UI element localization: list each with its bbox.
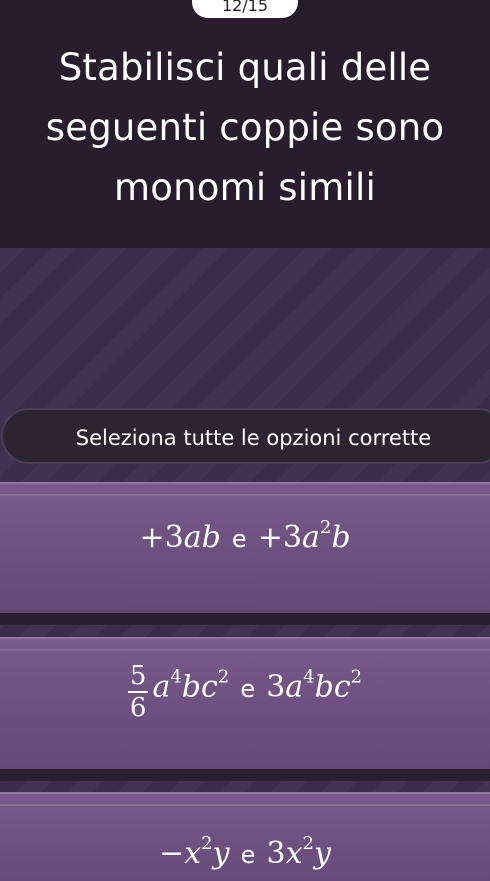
exponent: 2 xyxy=(319,517,332,538)
question-header: 12/15 Stabilisci quali delle seguenti co… xyxy=(0,0,490,248)
question-counter: 12/15 xyxy=(192,0,298,18)
exponent: 2 xyxy=(201,833,213,854)
option-highlight xyxy=(0,637,490,639)
variable: b xyxy=(331,520,351,555)
option-highlight xyxy=(0,792,490,794)
variable: y xyxy=(212,836,230,871)
variable: bc xyxy=(181,669,218,705)
variable: x xyxy=(285,836,303,871)
instruction-pill: Seleziona tutte le opzioni corrette xyxy=(1,408,490,464)
variable: ab xyxy=(183,520,221,555)
variable: y xyxy=(313,836,331,871)
fraction-denominator: 6 xyxy=(129,693,147,723)
question-line-1: Stabilisci quali delle xyxy=(58,46,432,89)
answer-option-3[interactable]: −x2y e 3x2y xyxy=(0,792,490,881)
answer-option-1[interactable]: +3ab e +3a2b xyxy=(0,482,490,625)
exponent: 2 xyxy=(350,666,363,688)
option-highlight xyxy=(0,482,490,484)
exponent: 2 xyxy=(217,666,230,688)
variable: a xyxy=(152,669,171,705)
option-1-expression: +3ab e +3a2b xyxy=(0,517,490,556)
answer-option-2[interactable]: 5 6 a4bc2 e 3a4bc2 xyxy=(0,637,490,781)
fraction: 56 xyxy=(127,661,149,723)
coefficient: 3 xyxy=(164,520,184,555)
option-highlight xyxy=(0,804,490,806)
variable: x xyxy=(184,836,202,871)
option-highlight xyxy=(0,494,490,496)
variable: a xyxy=(301,520,320,555)
question-text: Stabilisci quali delle seguenti coppie s… xyxy=(0,38,490,218)
conjunction: e xyxy=(240,841,256,869)
option-3-expression: −x2y e 3x2y xyxy=(0,833,490,872)
variable: a xyxy=(285,669,304,705)
option-2-expression: 5 6 a4bc2 e 3a4bc2 xyxy=(0,661,490,723)
option-highlight xyxy=(0,649,490,651)
conjunction: e xyxy=(240,674,256,703)
exponent: 2 xyxy=(302,833,314,854)
coefficient: 3 xyxy=(282,520,302,555)
sign: − xyxy=(159,836,185,871)
exponent: 4 xyxy=(170,666,182,688)
sign: + xyxy=(257,520,283,555)
variable: bc xyxy=(314,669,351,705)
exponent: 4 xyxy=(303,666,315,688)
sign: + xyxy=(139,520,165,555)
coefficient: 3 xyxy=(266,836,286,871)
coefficient: 3 xyxy=(266,669,286,705)
fraction-numerator: 5 xyxy=(127,661,149,693)
question-line-2: seguenti coppie sono xyxy=(45,106,445,149)
conjunction: e xyxy=(231,525,247,553)
question-line-3: monomi simili xyxy=(114,166,376,209)
